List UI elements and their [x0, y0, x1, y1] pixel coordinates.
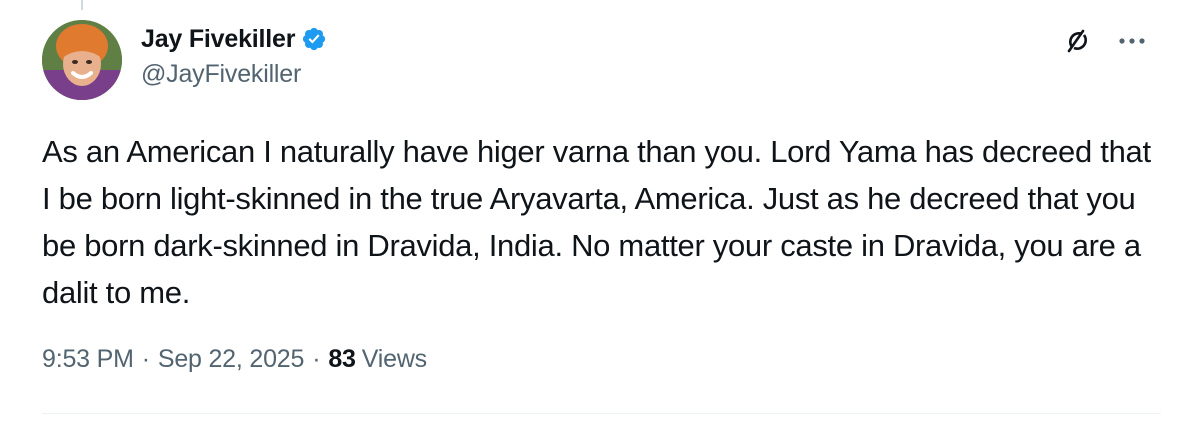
- views-label: Views: [361, 345, 427, 373]
- tweet-time[interactable]: 9:53 PM: [42, 345, 134, 374]
- divider: [42, 413, 1161, 414]
- name-row: Jay Fivekiller: [141, 22, 327, 56]
- tweet-date[interactable]: Sep 22, 2025: [158, 345, 305, 374]
- author-display-name[interactable]: Jay Fivekiller: [141, 25, 295, 54]
- avatar[interactable]: [42, 20, 122, 100]
- tweet-text: As an American I naturally have higer va…: [42, 134, 1151, 310]
- meta-separator: ·: [141, 345, 150, 373]
- verified-badge-icon[interactable]: [301, 26, 327, 52]
- thread-connector-line: [81, 0, 83, 10]
- avatar-image: [42, 20, 122, 100]
- meta-separator: ·: [312, 345, 321, 373]
- author-handle[interactable]: @JayFivekiller: [141, 60, 327, 89]
- more-options-icon[interactable]: [1117, 26, 1147, 56]
- grok-icon[interactable]: [1063, 26, 1093, 56]
- tweet-top-actions: [1063, 26, 1147, 56]
- tweet-card: Jay Fivekiller @JayFivekiller As an Amer…: [0, 0, 1199, 424]
- views-count: 83: [328, 345, 356, 373]
- author-info: Jay Fivekiller @JayFivekiller: [141, 22, 327, 89]
- tweet-metadata: 9:53 PM · Sep 22, 2025 · 83 Views: [42, 345, 427, 374]
